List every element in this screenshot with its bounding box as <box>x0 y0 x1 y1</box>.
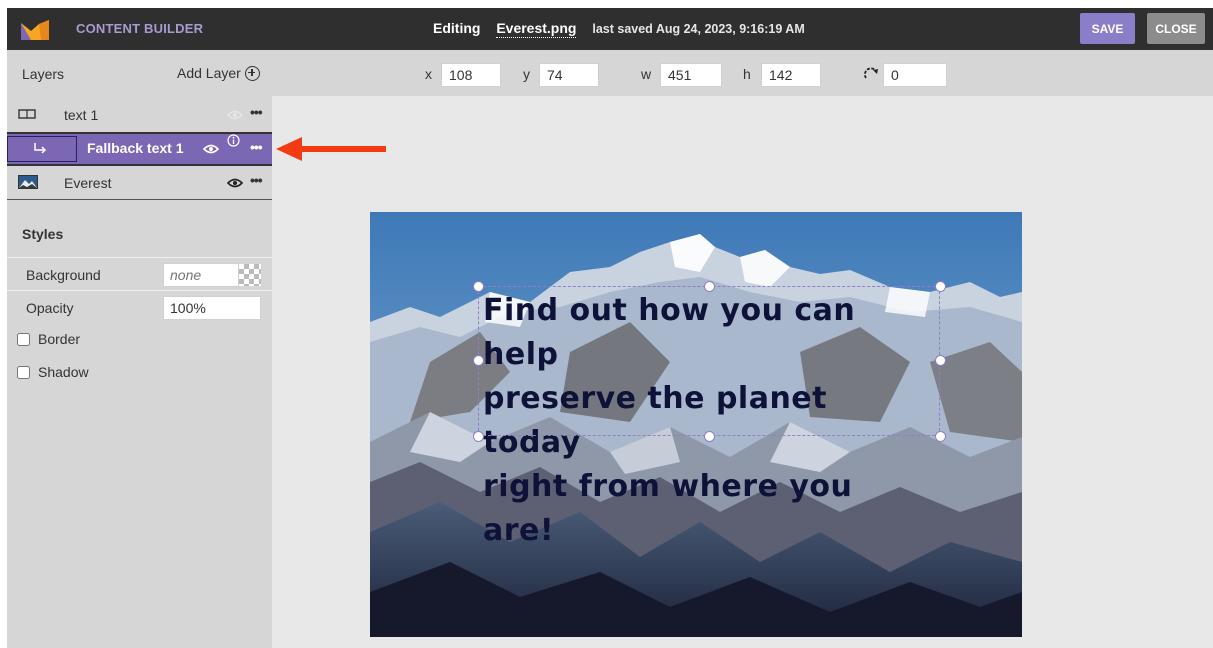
resize-handle-bottom[interactable] <box>704 431 715 442</box>
background-label: Background <box>26 267 101 283</box>
resize-handle-left[interactable] <box>473 355 484 366</box>
add-layer-button[interactable]: Add Layer <box>177 65 260 81</box>
resize-handle-top[interactable] <box>704 281 715 292</box>
info-icon[interactable] <box>227 134 240 147</box>
shadow-checkbox[interactable] <box>17 365 30 379</box>
text-layer-icon <box>18 109 36 119</box>
layer-row-fallback-text-1[interactable]: Fallback text 1 ••• <box>7 134 272 164</box>
layers-panel: Layers Add Layer text 1 ••• Fallback tex… <box>7 50 272 648</box>
last-saved-text: last saved Aug 24, 2023, 9:16:19 AM <box>592 22 805 36</box>
file-name[interactable]: Everest.png <box>496 20 577 38</box>
add-layer-label: Add Layer <box>177 65 241 81</box>
resize-handle-top-left[interactable] <box>473 281 484 292</box>
image-layer-icon <box>18 175 38 189</box>
rotation-input[interactable] <box>883 63 947 87</box>
divider <box>7 199 272 200</box>
canvas-area: Find out how you can help preserve the p… <box>272 96 1213 648</box>
border-checkbox[interactable] <box>17 332 30 346</box>
shadow-label: Shadow <box>38 364 89 380</box>
layer-label: text 1 <box>64 106 99 123</box>
save-button[interactable]: SAVE <box>1080 13 1135 44</box>
top-bar: CONTENT BUILDER Editing Everest.png last… <box>7 8 1213 50</box>
layer-label: Fallback text 1 <box>87 140 184 156</box>
opacity-row: Opacity <box>7 290 272 323</box>
layer-label: Everest <box>64 174 112 191</box>
border-option[interactable]: Border <box>17 331 80 347</box>
more-options-icon[interactable]: ••• <box>250 139 263 155</box>
opacity-label: Opacity <box>26 300 74 316</box>
layers-header: Layers Add Layer <box>7 50 272 98</box>
resize-handle-bottom-right[interactable] <box>935 431 946 442</box>
border-label: Border <box>38 331 81 347</box>
more-options-icon[interactable]: ••• <box>250 104 263 120</box>
background-input[interactable] <box>163 263 239 287</box>
selection-box[interactable] <box>478 286 940 436</box>
transparent-swatch-icon[interactable] <box>239 264 261 286</box>
eye-icon[interactable] <box>203 144 219 154</box>
layers-title: Layers <box>22 66 65 82</box>
w-input[interactable] <box>660 63 722 87</box>
eye-icon[interactable] <box>227 178 243 188</box>
editing-label: Editing <box>433 20 481 36</box>
close-button[interactable]: CLOSE <box>1147 13 1205 44</box>
properties-toolbar: x y w h <box>272 50 1213 96</box>
rotate-icon <box>864 67 878 79</box>
everest-image[interactable]: Find out how you can help preserve the p… <box>370 212 1022 637</box>
h-input[interactable] <box>761 63 821 87</box>
resize-handle-right[interactable] <box>935 355 946 366</box>
layer-row-everest[interactable]: Everest ••• <box>7 166 272 199</box>
editing-status: Editing Everest.png last saved Aug 24, 2… <box>433 20 805 38</box>
indent-box <box>7 136 77 162</box>
styles-title: Styles <box>22 226 64 242</box>
h-label: h <box>743 66 751 82</box>
app-title: CONTENT BUILDER <box>76 21 204 36</box>
brand-logo-icon <box>21 20 49 40</box>
y-input[interactable] <box>539 63 599 87</box>
x-label: x <box>425 66 432 82</box>
background-row: Background <box>7 257 272 290</box>
opacity-input[interactable] <box>163 296 261 320</box>
resize-handle-top-right[interactable] <box>935 281 946 292</box>
more-options-icon[interactable]: ••• <box>250 172 263 188</box>
x-input[interactable] <box>441 63 501 87</box>
plus-circle-icon <box>244 65 260 81</box>
resize-handle-bottom-left[interactable] <box>473 431 484 442</box>
y-label: y <box>523 66 530 82</box>
shadow-option[interactable]: Shadow <box>17 364 89 380</box>
w-label: w <box>641 66 652 82</box>
layer-row-text-1[interactable]: text 1 ••• <box>7 98 272 131</box>
annotation-arrow-icon <box>276 137 386 161</box>
eye-hidden-icon[interactable] <box>227 110 243 120</box>
